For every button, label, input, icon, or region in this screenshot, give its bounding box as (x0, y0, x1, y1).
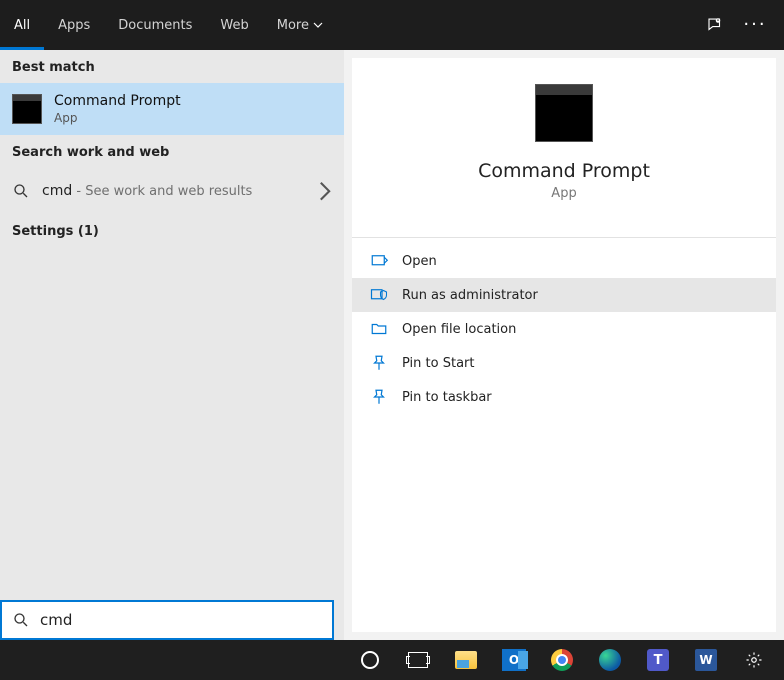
command-prompt-icon-large (535, 84, 593, 142)
more-options-icon[interactable]: ··· (746, 16, 764, 34)
cortana-button[interactable] (346, 640, 394, 680)
action-open-location-label: Open file location (402, 322, 516, 337)
settings-header[interactable]: Settings (1) (0, 214, 344, 249)
app-title: Command Prompt (478, 160, 650, 182)
taskbar-settings[interactable] (730, 640, 778, 680)
tab-more[interactable]: More (263, 0, 337, 50)
pin-icon (370, 388, 388, 406)
search-box[interactable] (0, 600, 334, 640)
search-icon (12, 182, 30, 200)
web-text: cmd - See work and web results (42, 183, 252, 199)
search-icon (12, 611, 30, 629)
task-view-button[interactable] (394, 640, 442, 680)
feedback-icon[interactable] (706, 16, 724, 34)
search-panel: All Apps Documents Web More ··· Best mat… (0, 0, 784, 640)
taskbar-teams[interactable]: T (634, 640, 682, 680)
tab-web[interactable]: Web (206, 0, 262, 50)
taskbar-chrome[interactable] (538, 640, 586, 680)
web-hint: - See work and web results (72, 184, 252, 199)
action-run-admin-label: Run as administrator (402, 288, 538, 303)
tab-all[interactable]: All (0, 0, 44, 50)
cortana-icon (361, 651, 379, 669)
tab-apps[interactable]: Apps (44, 0, 104, 50)
outlook-icon: O (502, 649, 526, 671)
actions-list: Open Run as administrator Open file loca… (352, 244, 776, 414)
chevron-right-icon (318, 180, 332, 202)
taskbar-word[interactable]: W (682, 640, 730, 680)
action-open-label: Open (402, 254, 437, 269)
taskbar-file-explorer[interactable] (442, 640, 490, 680)
action-open[interactable]: Open (352, 244, 776, 278)
edge-icon (599, 649, 621, 671)
command-prompt-icon (12, 94, 42, 124)
search-web-row[interactable]: cmd - See work and web results (0, 168, 344, 214)
shield-run-icon (370, 286, 388, 304)
action-pin-start-label: Pin to Start (402, 356, 474, 371)
task-view-icon (408, 652, 428, 668)
best-match-command-prompt[interactable]: Command Prompt App (0, 83, 344, 135)
teams-icon: T (647, 649, 669, 671)
chrome-icon (551, 649, 573, 671)
best-match-sub: App (54, 111, 181, 125)
word-icon: W (695, 649, 717, 671)
folder-icon (455, 651, 477, 669)
filter-tabs: All Apps Documents Web More ··· (0, 0, 784, 50)
app-sub: App (551, 186, 576, 201)
tab-documents[interactable]: Documents (104, 0, 206, 50)
taskbar-outlook[interactable]: O (490, 640, 538, 680)
folder-icon (370, 320, 388, 338)
taskbar: O T W (0, 640, 784, 680)
action-pin-start[interactable]: Pin to Start (352, 346, 776, 380)
tab-more-label: More (277, 18, 309, 33)
details-pane: Command Prompt App Open Run as administr… (352, 58, 776, 632)
search-web-header: Search work and web (0, 135, 344, 168)
best-match-title: Command Prompt (54, 93, 181, 109)
action-run-admin[interactable]: Run as administrator (352, 278, 776, 312)
action-open-location[interactable]: Open file location (352, 312, 776, 346)
action-pin-taskbar-label: Pin to taskbar (402, 390, 492, 405)
gear-icon (745, 651, 763, 669)
action-pin-taskbar[interactable]: Pin to taskbar (352, 380, 776, 414)
taskbar-edge[interactable] (586, 640, 634, 680)
results-content: Best match Command Prompt App Search wor… (0, 50, 784, 640)
web-query: cmd (42, 183, 72, 199)
search-input[interactable] (40, 611, 322, 629)
results-left-pane: Best match Command Prompt App Search wor… (0, 50, 344, 640)
best-match-header: Best match (0, 50, 344, 83)
open-icon (370, 252, 388, 270)
pin-icon (370, 354, 388, 372)
chevron-down-icon (313, 20, 323, 30)
